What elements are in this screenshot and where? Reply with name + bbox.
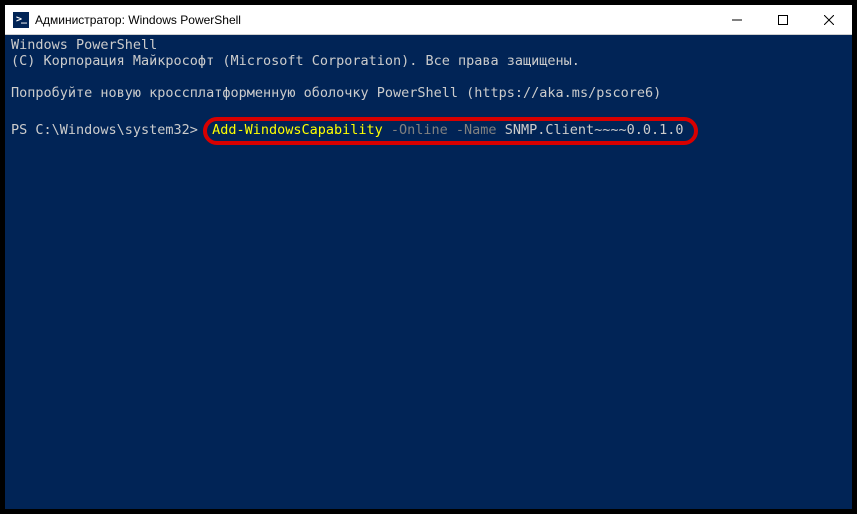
param-value: SNMP.Client~~~~0.0.1.0	[497, 122, 684, 138]
cmdlet-name: Add-WindowsCapability	[212, 122, 383, 138]
param-name: -Name	[448, 122, 497, 138]
output-line: Попробуйте новую кроссплатформенную обол…	[11, 85, 846, 101]
output-line	[11, 101, 846, 117]
powershell-icon	[13, 12, 29, 28]
titlebar[interactable]: Администратор: Windows PowerShell	[5, 5, 852, 35]
param-online: -Online	[383, 122, 448, 138]
terminal-area[interactable]: Windows PowerShell (C) Корпорация Майкро…	[5, 35, 852, 509]
maximize-button[interactable]	[760, 5, 806, 34]
prompt-text: PS C:\Windows\system32>	[11, 122, 206, 138]
command-highlight: Add-WindowsCapability -Online -Name SNMP…	[203, 117, 697, 145]
window-title: Администратор: Windows PowerShell	[35, 13, 714, 27]
powershell-window: Администратор: Windows PowerShell Window…	[5, 5, 852, 509]
minimize-button[interactable]	[714, 5, 760, 34]
close-button[interactable]	[806, 5, 852, 34]
output-line: (C) Корпорация Майкрософт (Microsoft Cor…	[11, 53, 846, 69]
window-controls	[714, 5, 852, 34]
output-line	[11, 69, 846, 85]
output-line: Windows PowerShell	[11, 37, 846, 53]
prompt-line: PS C:\Windows\system32> Add-WindowsCapab…	[11, 117, 846, 145]
